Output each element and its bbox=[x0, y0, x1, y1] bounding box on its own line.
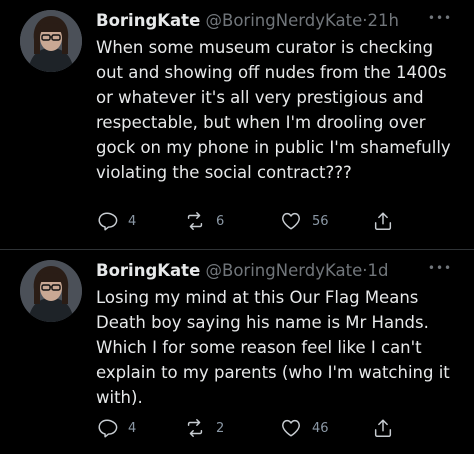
tweet-actions: 4 6 56 bbox=[96, 209, 426, 233]
tweet-item[interactable]: BoringKate @BoringNerdyKate·1d ••• Losin… bbox=[0, 250, 474, 454]
tweet-header: BoringKate @BoringNerdyKate·21h bbox=[96, 10, 426, 32]
reply-count: 4 bbox=[128, 213, 137, 229]
tweet-feed: BoringKate @BoringNerdyKate·21h ••• When… bbox=[0, 0, 474, 454]
reply-count: 4 bbox=[128, 420, 137, 436]
like-count: 56 bbox=[312, 213, 329, 229]
tweet-text: When some museum curator is checking out… bbox=[96, 38, 451, 182]
user-handle[interactable]: @BoringNerdyKate bbox=[206, 11, 363, 30]
share-button[interactable] bbox=[372, 209, 394, 233]
avatar[interactable] bbox=[20, 260, 82, 322]
user-handle[interactable]: @BoringNerdyKate bbox=[206, 261, 363, 280]
avatar-image bbox=[20, 260, 82, 322]
like-button[interactable]: 56 bbox=[280, 209, 329, 233]
reply-button[interactable]: 4 bbox=[96, 416, 136, 440]
more-dots-icon[interactable]: ••• bbox=[426, 12, 454, 28]
avatar[interactable] bbox=[20, 10, 82, 72]
display-name[interactable]: BoringKate bbox=[96, 11, 200, 30]
timestamp[interactable]: 1d bbox=[367, 261, 388, 280]
avatar-image bbox=[20, 10, 82, 72]
share-button[interactable] bbox=[372, 416, 394, 440]
retweet-button[interactable]: 6 bbox=[184, 209, 224, 233]
timestamp[interactable]: 21h bbox=[367, 11, 398, 30]
retweet-icon bbox=[184, 210, 206, 232]
display-name[interactable]: BoringKate bbox=[96, 261, 200, 280]
tweet-header: BoringKate @BoringNerdyKate·1d bbox=[96, 260, 426, 282]
like-count: 46 bbox=[312, 420, 329, 436]
share-icon bbox=[372, 417, 394, 439]
retweet-icon bbox=[184, 417, 206, 439]
heart-icon bbox=[280, 417, 302, 439]
reply-icon bbox=[96, 210, 118, 232]
heart-icon bbox=[280, 210, 302, 232]
tweet-actions: 4 2 46 bbox=[96, 416, 426, 440]
retweet-button[interactable]: 2 bbox=[184, 416, 224, 440]
retweet-count: 6 bbox=[216, 213, 225, 229]
retweet-count: 2 bbox=[216, 420, 225, 436]
reply-icon bbox=[96, 417, 118, 439]
like-button[interactable]: 46 bbox=[280, 416, 329, 440]
tweet-item[interactable]: BoringKate @BoringNerdyKate·21h ••• When… bbox=[0, 0, 474, 249]
more-dots-icon[interactable]: ••• bbox=[426, 262, 454, 278]
share-icon bbox=[372, 210, 394, 232]
tweet-text: Losing my mind at this Our Flag Means De… bbox=[96, 288, 450, 407]
reply-button[interactable]: 4 bbox=[96, 209, 136, 233]
